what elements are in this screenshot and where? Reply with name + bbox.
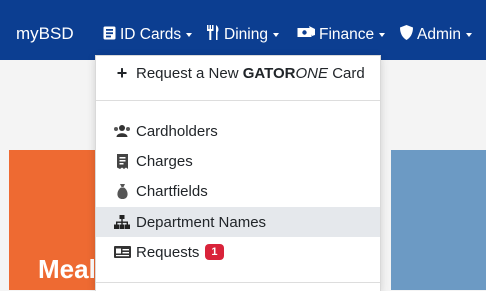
- id-badge-icon: [113, 246, 131, 258]
- utensils-icon: [206, 25, 220, 45]
- caret-down-icon: [379, 33, 386, 37]
- money-bill-icon: [297, 26, 315, 44]
- menu-item-charges-label: Charges: [136, 152, 193, 170]
- money-bag-icon: [113, 183, 131, 199]
- menu-item-chartfields-label: Chartfields: [136, 182, 208, 200]
- caret-down-icon: [272, 33, 279, 37]
- nav-admin-label: Admin: [417, 26, 461, 43]
- caret-down-icon: [465, 33, 472, 37]
- receipt-icon: [113, 153, 131, 169]
- request-new-prefix: Request a New: [136, 64, 243, 82]
- request-new-card-item[interactable]: + Request a New GATORONE Card: [96, 58, 380, 88]
- id-cards-dropdown-menu: + Request a New GATORONE Card Cardholder…: [95, 55, 381, 291]
- nav-finance[interactable]: Finance: [297, 25, 386, 45]
- nav-dining-label: Dining: [224, 26, 268, 43]
- nav-id-cards[interactable]: ID Cards: [103, 25, 193, 45]
- menu-item-requests-label: Requests: [136, 243, 200, 261]
- hero-heading: Meal: [38, 254, 96, 284]
- menu-item-charges[interactable]: Charges: [96, 146, 380, 176]
- nav-admin[interactable]: Admin: [400, 25, 472, 45]
- plus-icon: +: [116, 63, 128, 83]
- requests-count-badge: 1: [205, 244, 224, 260]
- request-new-brand-bold: GATOR: [242, 64, 296, 82]
- caret-down-icon: [186, 33, 193, 37]
- menu-divider: [96, 282, 380, 283]
- menu-item-chartfields[interactable]: Chartfields: [96, 176, 380, 206]
- sitemap-icon: [113, 215, 131, 229]
- request-new-brand-italic: ONE: [295, 64, 329, 82]
- menu-divider: [96, 100, 380, 101]
- id-card-icon: [103, 26, 116, 45]
- top-navbar: myBSD ID Cards Dining Finance Admin: [0, 0, 486, 60]
- menu-item-cardholders[interactable]: Cardholders: [96, 116, 380, 146]
- menu-item-cardholders-label: Cardholders: [136, 122, 218, 140]
- users-icon: [113, 125, 131, 137]
- menu-item-requests[interactable]: Requests 1: [96, 237, 380, 267]
- nav-id-cards-label: ID Cards: [120, 26, 182, 43]
- request-new-suffix: Card: [328, 64, 365, 82]
- menu-item-department-names-label: Department Names: [136, 213, 267, 231]
- menu-item-department-names[interactable]: Department Names: [96, 207, 380, 237]
- nav-finance-label: Finance: [319, 26, 375, 43]
- brand-link[interactable]: myBSD: [16, 24, 74, 44]
- nav-dining[interactable]: Dining: [206, 25, 279, 45]
- hero-panel-blue: [391, 150, 486, 290]
- request-new-label: Request a New GATORONE Card: [136, 65, 365, 82]
- shield-icon: [400, 25, 413, 45]
